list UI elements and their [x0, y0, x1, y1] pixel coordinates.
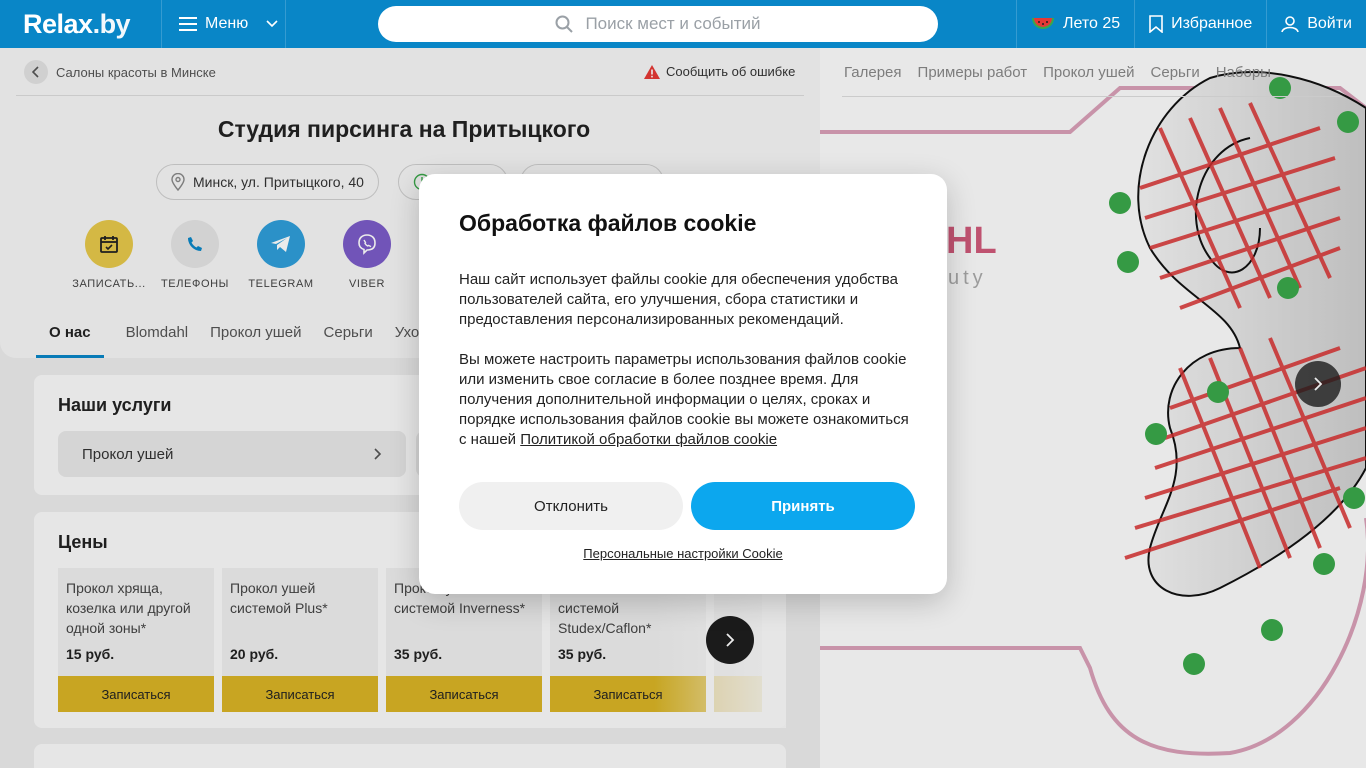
- search-placeholder: Поиск мест и событий: [585, 14, 761, 33]
- menu-button[interactable]: Меню: [162, 0, 286, 48]
- hamburger-icon: [179, 17, 197, 31]
- favorites-link[interactable]: Избранное: [1134, 0, 1266, 48]
- summer-link[interactable]: Лето 25: [1015, 0, 1134, 48]
- favorites-label: Избранное: [1171, 15, 1253, 32]
- decline-button[interactable]: Отклонить: [459, 482, 683, 530]
- accept-button[interactable]: Принять: [691, 482, 915, 530]
- top-navigation-bar: Relax .by Меню Поиск мест и событий Лето …: [0, 0, 1366, 48]
- summer-label: Лето 25: [1062, 15, 1121, 32]
- cookie-policy-link[interactable]: Политикой обработки файлов cookie: [520, 431, 777, 448]
- bookmark-icon: [1149, 15, 1163, 33]
- watermelon-icon: [1031, 18, 1054, 29]
- cookie-text-paragraph-2: Вы можете настроить параметры использова…: [459, 350, 911, 450]
- chevron-down-icon: [266, 20, 278, 28]
- cookie-dialog-title: Обработка файлов cookie: [459, 210, 757, 236]
- cookie-dialog: Обработка файлов cookie Наш сайт использ…: [419, 174, 947, 594]
- search-input[interactable]: Поиск мест и событий: [378, 6, 938, 42]
- user-icon: [1281, 16, 1300, 33]
- cookie-text-paragraph-1: Наш сайт использует файлы cookie для обе…: [459, 271, 898, 328]
- logo-text: Relax: [23, 8, 93, 39]
- menu-label: Меню: [205, 15, 249, 32]
- cookie-settings-link[interactable]: Персональные настройки Cookie: [419, 546, 947, 561]
- search-icon: [555, 15, 574, 33]
- login-link[interactable]: Войти: [1266, 0, 1366, 48]
- site-logo[interactable]: Relax .by: [0, 0, 162, 48]
- login-label: Войти: [1307, 15, 1352, 32]
- logo-suffix: .by: [92, 8, 131, 39]
